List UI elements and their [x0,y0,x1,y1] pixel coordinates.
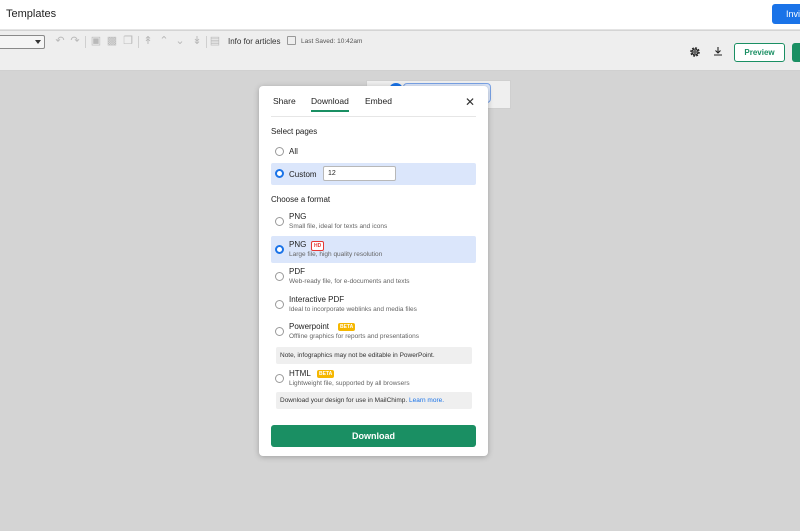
toolbar-divider [206,36,207,48]
bring-forward-icon[interactable]: ⌃ [158,35,170,48]
format-option-interactive-pdf[interactable]: Interactive PDF Ideal to incorporate web… [271,291,476,318]
edit-icon[interactable] [287,36,296,45]
powerpoint-note: Note, infographics may not be editable i… [276,347,472,364]
trash-icon[interactable]: ▤ [209,35,221,48]
format-description: Offline graphics for reports and present… [289,333,419,340]
preview-button[interactable]: Preview [734,43,785,62]
chevron-down-icon [35,40,41,44]
send-to-back-icon[interactable]: ↡ [191,35,203,48]
close-icon[interactable]: ✕ [464,96,476,108]
page-option-label: All [289,147,298,156]
format-label: Powerpoint [289,322,330,331]
format-description: Small file, ideal for texts and icons [289,223,388,230]
download-icon[interactable] [712,45,724,58]
page-info-label: Info for articles [228,37,281,46]
undo-icon[interactable]: ↶ [54,35,66,48]
format-description: Web-ready file, for e-documents and text… [289,278,410,285]
learn-more-link[interactable]: Learn more. [409,397,444,404]
format-label: HTML [289,369,311,378]
select-pages-title: Select pages [271,127,318,136]
radio-custom[interactable] [275,169,284,178]
choose-format-title: Choose a format [271,195,331,204]
beta-badge: BETA [317,370,335,378]
app-title: Templates [6,8,57,20]
format-label: PNG [289,212,307,221]
beta-badge: BETA [338,323,356,331]
radio-html[interactable] [275,374,284,383]
custom-pages-input[interactable]: 12 [323,166,396,181]
radio-powerpoint[interactable] [275,327,284,336]
redo-icon[interactable]: ↷ [69,35,81,48]
html-note-text: Download your design for use in MailChim… [280,397,408,404]
page-option-custom[interactable]: Custom 12 [271,163,476,185]
format-option-powerpoint[interactable]: Powerpoint BETA Offline graphics for rep… [271,318,476,345]
radio-png-hd[interactable] [275,245,284,254]
lock-icon[interactable]: ▩ [106,35,118,48]
download-button[interactable]: Download [271,425,476,447]
radio-png[interactable] [275,217,284,226]
duplicate-icon[interactable]: ❐ [122,35,134,48]
format-label: PDF [289,267,305,276]
html-note: Download your design for use in MailChim… [276,392,472,409]
format-description: Large file, high quality resolution [289,251,383,258]
format-description: Ideal to incorporate weblinks and media … [289,306,417,313]
radio-all[interactable] [275,147,284,156]
toolbar-divider [85,36,86,48]
gear-icon[interactable] [688,45,702,59]
page-option-label: Custom [289,170,317,179]
editor-toolbar: ↶ ↷ ▣ ▩ ❐ ↟ ⌃ ⌄ ↡ ▤ [0,31,800,71]
tab-share[interactable]: Share [273,96,296,106]
frame-icon[interactable]: ▣ [90,35,102,48]
publish-button[interactable] [792,43,800,62]
format-description: Lightweight file, supported by all brows… [289,380,410,387]
tabs-divider [271,116,476,117]
last-saved-status: Last Saved: 10:42am [301,38,363,45]
format-label: PNG [289,240,307,249]
download-dialog: Share Download Embed ✕ Select pages All … [259,86,488,456]
format-label: Interactive PDF [289,295,345,304]
format-option-png[interactable]: PNG Small file, ideal for texts and icon… [271,208,476,235]
tab-embed[interactable]: Embed [365,96,392,106]
radio-pdf[interactable] [275,272,284,281]
top-bar: Templates Invi [0,0,800,30]
toolbar-divider [138,36,139,48]
radio-interactive-pdf[interactable] [275,300,284,309]
font-select[interactable] [0,35,45,49]
format-option-html[interactable]: HTML BETA Lightweight file, supported by… [271,365,476,392]
page-option-all[interactable]: All [271,142,476,161]
tab-download[interactable]: Download [311,96,349,112]
hd-badge: HD [311,241,325,251]
format-option-png-hd[interactable]: PNG HD Large file, high quality resoluti… [271,236,476,263]
format-option-pdf[interactable]: PDF Web-ready file, for e-documents and … [271,263,476,290]
invite-button[interactable]: Invi [772,4,800,24]
bring-to-front-icon[interactable]: ↟ [142,35,154,48]
send-backward-icon[interactable]: ⌄ [174,35,186,48]
